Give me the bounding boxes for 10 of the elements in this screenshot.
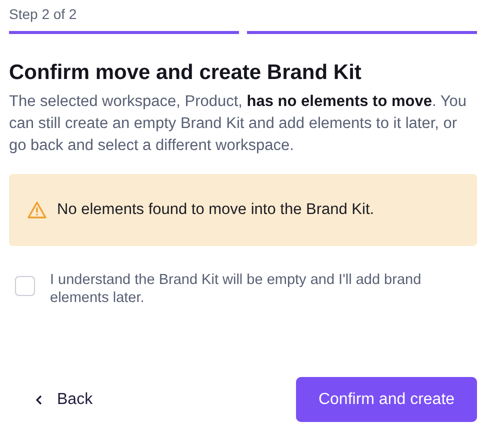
checkbox-label: I understand the Brand Kit will be empty and I'll add brand elements later. [50, 271, 422, 307]
step-label: Step 2 of 2 [9, 5, 77, 24]
checkbox[interactable] [15, 276, 35, 296]
alert-message: No elements found to move into the Brand Kit. [57, 201, 374, 219]
back-button[interactable]: Back [17, 380, 111, 418]
chevron-left-icon [35, 394, 43, 406]
warning-icon [27, 201, 47, 219]
dialog-title: Confirm move and create Brand Kit [9, 60, 362, 86]
description: The selected workspace, Product, has no elements to move. You can still create an empty Brand Kit and add elements to it later, or go back and select a different workspace. [9, 92, 468, 156]
confirm-button[interactable]: Confirm and create [296, 377, 477, 422]
